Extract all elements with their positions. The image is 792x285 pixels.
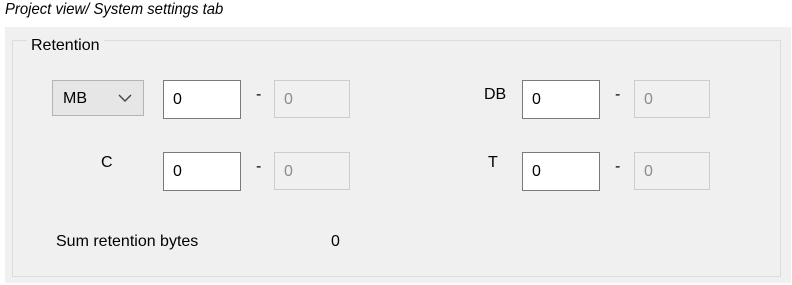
t-end-value: 0 xyxy=(644,163,653,180)
t-end-field: 0 xyxy=(634,152,710,190)
area-type-select[interactable]: MB xyxy=(52,80,144,116)
c-start-input[interactable]: 0 xyxy=(163,152,241,191)
db-start-input[interactable]: 0 xyxy=(522,80,600,119)
db-start-value: 0 xyxy=(532,91,541,108)
sum-retention-value: 0 xyxy=(331,233,340,250)
area-type-value: MB xyxy=(63,90,87,107)
sum-retention-label: Sum retention bytes xyxy=(56,233,199,250)
mb-start-value: 0 xyxy=(173,91,182,108)
c-start-value: 0 xyxy=(173,163,182,180)
t-start-input[interactable]: 0 xyxy=(522,152,600,191)
mb-range-dash: - xyxy=(256,86,262,103)
c-range-dash: - xyxy=(256,158,262,175)
c-end-field: 0 xyxy=(274,152,350,190)
db-range-dash: - xyxy=(615,86,621,103)
c-label: C xyxy=(101,154,113,171)
mb-start-input[interactable]: 0 xyxy=(163,80,241,119)
db-label: DB xyxy=(484,86,507,103)
retention-title: Retention xyxy=(27,36,104,56)
db-end-value: 0 xyxy=(644,91,653,108)
t-range-dash: - xyxy=(615,158,621,175)
figure-caption: Project view/ System settings tab xyxy=(5,1,224,18)
db-end-field: 0 xyxy=(634,80,710,118)
t-start-value: 0 xyxy=(532,163,541,180)
mb-end-field: 0 xyxy=(274,80,350,118)
chevron-down-icon xyxy=(118,94,132,102)
c-end-value: 0 xyxy=(284,163,293,180)
t-label: T xyxy=(488,154,498,171)
mb-end-value: 0 xyxy=(284,91,293,108)
